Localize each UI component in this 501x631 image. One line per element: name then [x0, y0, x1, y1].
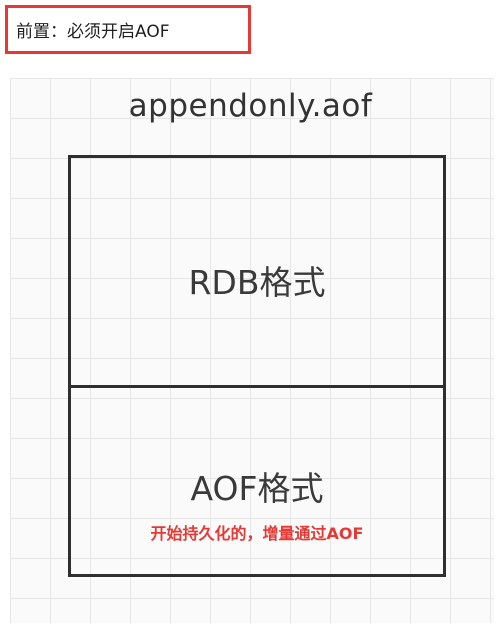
rdb-section-label: RDB格式	[188, 263, 326, 302]
rdb-section: RDB格式	[71, 158, 443, 388]
prerequisite-callout: 前置：必须开启AOF	[5, 5, 251, 54]
prerequisite-text: 前置：必须开启AOF	[16, 22, 170, 42]
aof-file-box: RDB格式 AOF格式 开始持久化的，增量通过AOF	[68, 155, 446, 577]
incremental-note: 开始持久化的，增量通过AOF	[150, 524, 364, 543]
aof-section-label: AOF格式	[190, 469, 324, 508]
aof-section: AOF格式 开始持久化的，增量通过AOF	[71, 388, 443, 574]
file-name-label: appendonly.aof	[128, 88, 373, 124]
